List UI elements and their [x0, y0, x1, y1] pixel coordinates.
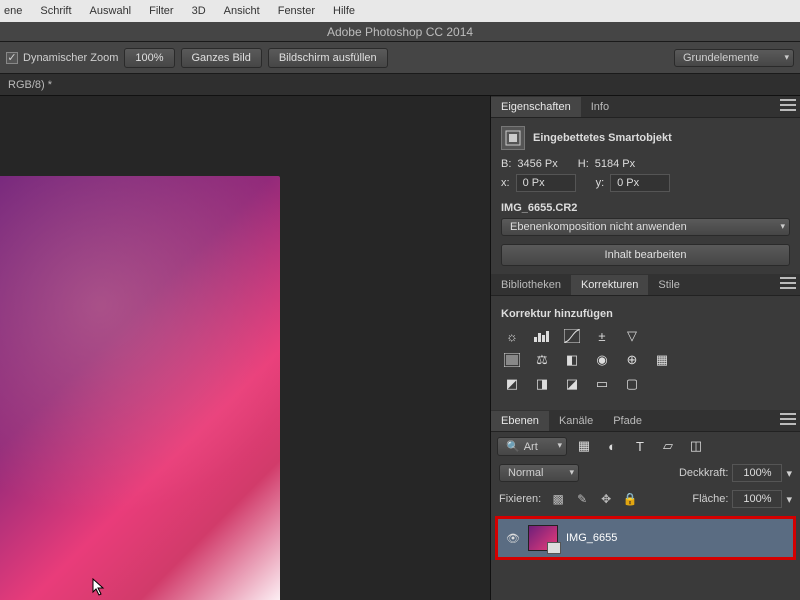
fit-screen-button[interactable]: Ganzes Bild [181, 48, 262, 68]
curves-icon[interactable] [561, 326, 583, 346]
tab-info[interactable]: Info [581, 97, 619, 117]
invert-icon[interactable]: ◩ [501, 374, 523, 394]
dynamic-zoom-checkbox[interactable]: ✓ Dynamischer Zoom [6, 52, 118, 64]
document-tab[interactable]: RGB/8) * [0, 74, 800, 96]
properties-panel-body: Eingebettetes Smartobjekt B: 3456 Px H: 51… [491, 118, 800, 274]
layer-thumbnail[interactable] [528, 525, 558, 551]
smart-object-label: Eingebettetes Smartobjekt [533, 132, 672, 144]
opacity-input[interactable]: 100% [732, 464, 782, 482]
layer-filter-dropdown[interactable]: 🔍Art [497, 437, 567, 456]
menu-filter[interactable]: Filter [149, 5, 173, 17]
blend-mode-dropdown[interactable]: Normal [499, 464, 579, 482]
panel-menu-icon[interactable] [780, 99, 796, 111]
layers-blend-row: Normal Deckkraft: 100% ▾ [491, 460, 800, 486]
filter-shape-icon[interactable]: ▱ [657, 436, 679, 456]
layer-name-label[interactable]: IMG_6655 [566, 532, 617, 544]
filter-adjust-icon[interactable]: ◐ [601, 436, 623, 456]
properties-panel-header: Eigenschaften Info [491, 96, 800, 118]
y-input[interactable]: 0 Px [610, 174, 670, 192]
app-title-bar: Adobe Photoshop CC 2014 [0, 22, 800, 42]
panel-menu-icon[interactable] [780, 277, 796, 289]
fill-input[interactable]: 100% [732, 490, 782, 508]
brightness-icon[interactable]: ☼ [501, 326, 523, 346]
smart-object-icon [501, 126, 525, 150]
adjust-panel-header: Bibliotheken Korrekturen Stile [491, 274, 800, 296]
tab-stile[interactable]: Stile [648, 275, 689, 295]
width-label: B: [501, 158, 511, 170]
lock-position-icon[interactable]: ✥ [597, 490, 615, 508]
exposure-icon[interactable]: ± [591, 326, 613, 346]
opacity-label: Deckkraft: [679, 467, 729, 479]
tab-eigenschaften[interactable]: Eigenschaften [491, 97, 581, 117]
y-label: y: [596, 177, 605, 189]
layer-row[interactable]: 👁 IMG_6655 [495, 516, 796, 560]
zoom-100-button[interactable]: 100% [124, 48, 174, 68]
adjust-header-label: Korrektur hinzufügen [501, 308, 790, 320]
document-image [0, 176, 280, 600]
menu-ansicht[interactable]: Ansicht [224, 5, 260, 17]
adjust-panel-body: Korrektur hinzufügen ☼ ± ▽ ⚖ ◧ ◉ ⊕ ▦ ◩ ◨… [491, 296, 800, 410]
tab-pfade[interactable]: Pfade [603, 411, 652, 431]
panels-column: Eigenschaften Info Eingebettetes Smartob… [490, 96, 800, 600]
lock-label: Fixieren: [499, 493, 541, 505]
menu-bar: ene Schrift Auswahl Filter 3D Ansicht Fe… [0, 0, 800, 22]
layers-panel-header: Ebenen Kanäle Pfade [491, 410, 800, 432]
lock-transparency-icon[interactable]: ▩ [549, 490, 567, 508]
filter-pixel-icon[interactable]: ▦ [573, 436, 595, 456]
chevron-down-icon[interactable]: ▾ [786, 467, 792, 480]
menu-fenster[interactable]: Fenster [278, 5, 315, 17]
panel-menu-icon[interactable] [780, 413, 796, 425]
workspace-dropdown[interactable]: Grundelemente [674, 49, 794, 67]
height-label: H: [578, 158, 589, 170]
lock-pixels-icon[interactable]: ✎ [573, 490, 591, 508]
app-title: Adobe Photoshop CC 2014 [327, 25, 473, 39]
visibility-eye-icon[interactable]: 👁 [506, 532, 520, 545]
canvas-area[interactable] [0, 96, 490, 600]
cursor-icon [92, 578, 106, 596]
colorbalance-icon[interactable]: ⚖ [531, 350, 553, 370]
posterize-icon[interactable]: ◨ [531, 374, 553, 394]
selectivecolor-icon[interactable]: ▢ [621, 374, 643, 394]
dynamic-zoom-label: Dynamischer Zoom [23, 52, 118, 64]
layers-filter-row: 🔍Art ▦ ◐ T ▱ ◫ [491, 432, 800, 460]
menu-hilfe[interactable]: Hilfe [333, 5, 355, 17]
menu-auswahl[interactable]: Auswahl [90, 5, 132, 17]
tab-korrekturen[interactable]: Korrekturen [571, 275, 648, 295]
colorlookup-icon[interactable]: ▦ [651, 350, 673, 370]
menu-schrift[interactable]: Schrift [40, 5, 71, 17]
tab-kanaele[interactable]: Kanäle [549, 411, 603, 431]
options-bar: ✓ Dynamischer Zoom 100% Ganzes Bild Bild… [0, 42, 800, 74]
threshold-icon[interactable]: ◪ [561, 374, 583, 394]
x-input[interactable]: 0 Px [516, 174, 576, 192]
chevron-down-icon[interactable]: ▾ [786, 493, 792, 506]
fill-label: Fläche: [692, 493, 728, 505]
menu-ebene[interactable]: ene [4, 5, 22, 17]
x-label: x: [501, 177, 510, 189]
filter-smart-icon[interactable]: ◫ [685, 436, 707, 456]
fill-screen-button[interactable]: Bildschirm ausfüllen [268, 48, 388, 68]
huesat-icon[interactable] [501, 350, 523, 370]
tab-bibliotheken[interactable]: Bibliotheken [491, 275, 571, 295]
filter-type-icon[interactable]: T [629, 436, 651, 456]
layer-comp-dropdown[interactable]: Ebenenkomposition nicht anwenden [501, 218, 790, 236]
channelmixer-icon[interactable]: ⊕ [621, 350, 643, 370]
edit-contents-button[interactable]: Inhalt bearbeiten [501, 244, 790, 266]
vibrance-icon[interactable]: ▽ [621, 326, 643, 346]
layer-list: 👁 IMG_6655 [491, 512, 800, 564]
gradientmap-icon[interactable]: ▭ [591, 374, 613, 394]
tab-ebenen[interactable]: Ebenen [491, 411, 549, 431]
lock-all-icon[interactable]: 🔒 [621, 490, 639, 508]
width-value: 3456 Px [517, 158, 557, 170]
so-filename-label: IMG_6655.CR2 [501, 202, 790, 214]
layers-lock-row: Fixieren: ▩ ✎ ✥ 🔒 Fläche: 100% ▾ [491, 486, 800, 512]
levels-icon[interactable] [531, 326, 553, 346]
menu-3d[interactable]: 3D [192, 5, 206, 17]
checkbox-icon: ✓ [6, 52, 18, 64]
height-value: 5184 Px [595, 158, 635, 170]
photofilter-icon[interactable]: ◉ [591, 350, 613, 370]
bw-icon[interactable]: ◧ [561, 350, 583, 370]
